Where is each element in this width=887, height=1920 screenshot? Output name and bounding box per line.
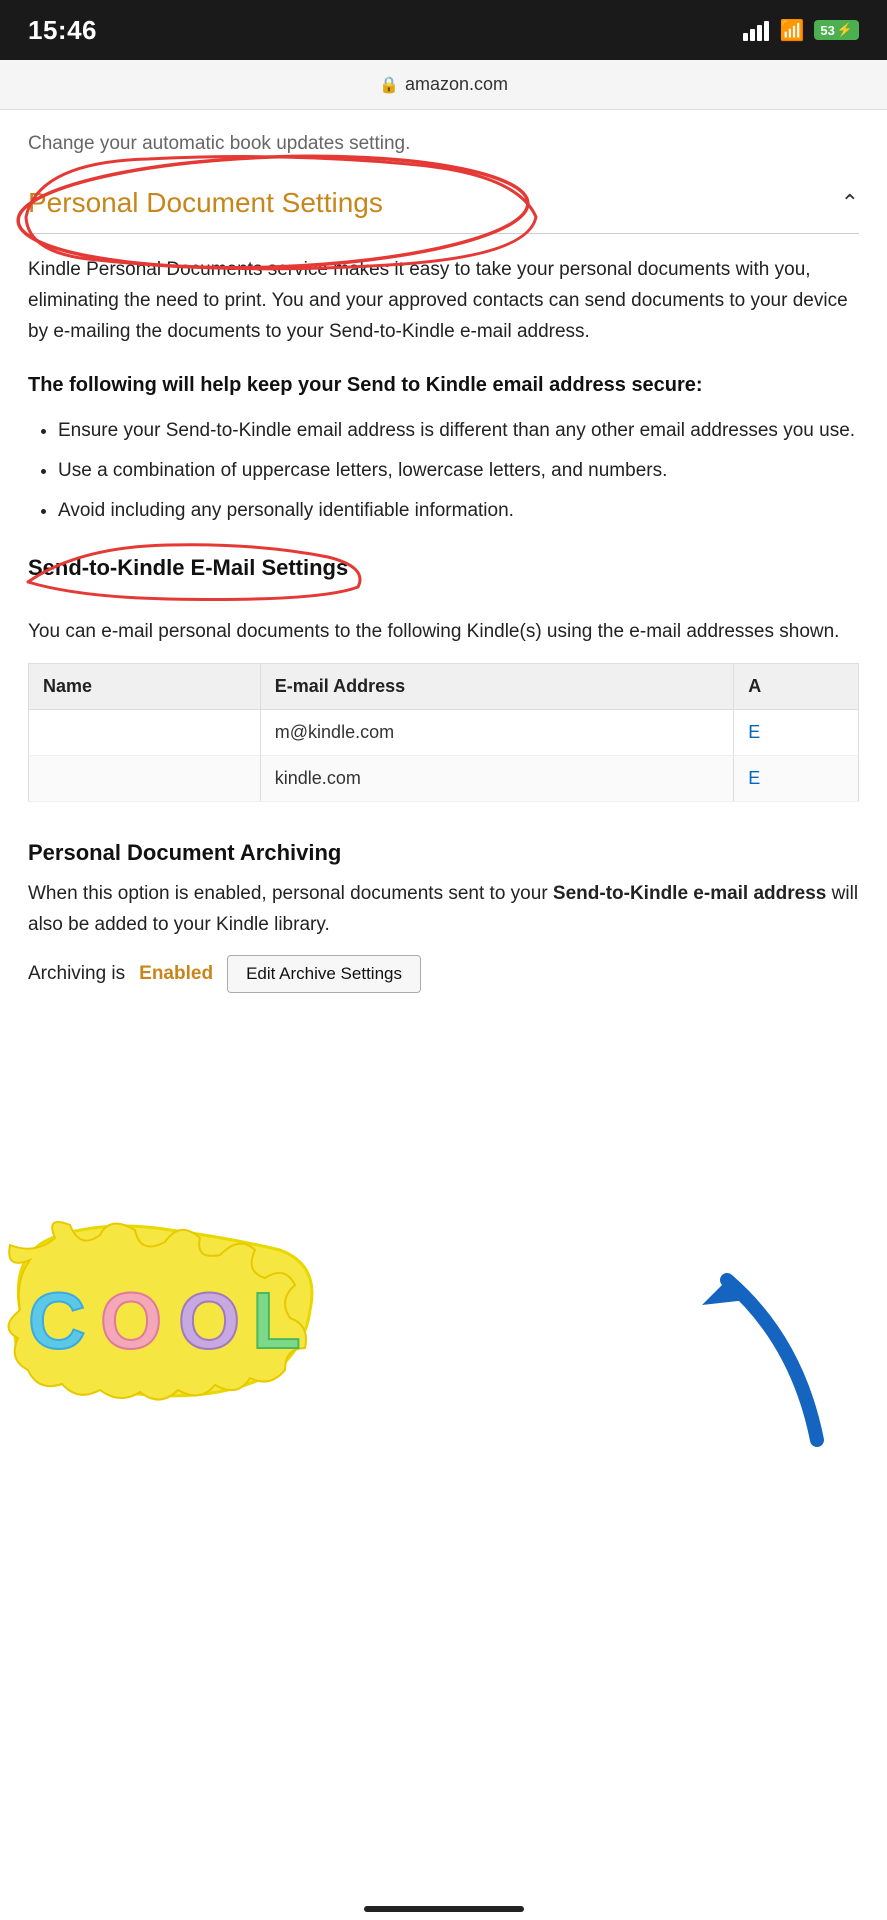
- send-to-kindle-description: You can e-mail personal documents to the…: [28, 617, 859, 647]
- action-link-1[interactable]: E: [734, 710, 859, 756]
- svg-text:O: O: [100, 1276, 162, 1365]
- archiving-status-value: Enabled: [139, 963, 213, 985]
- archiving-label: Archiving is: [28, 963, 125, 985]
- kindle-email-table: Name E-mail Address A m@kindle.com E: [28, 663, 859, 802]
- url-bar[interactable]: 🔒 amazon.com: [0, 60, 887, 110]
- personal-doc-description: Kindle Personal Documents service makes …: [28, 254, 859, 348]
- bullet-item-2: Use a combination of uppercase letters, …: [58, 456, 859, 486]
- svg-text:L: L: [252, 1276, 301, 1365]
- personal-doc-section-header: Personal Document Settings ⌃: [28, 187, 859, 234]
- send-to-kindle-title: Send-to-Kindle E-Mail Settings: [28, 555, 859, 581]
- cool-sticker: C O O L: [0, 1220, 320, 1410]
- send-to-kindle-section: Send-to-Kindle E-Mail Settings: [28, 555, 859, 597]
- signal-icon: [743, 19, 769, 41]
- col-action: A: [734, 664, 859, 710]
- email-address-2: kindle.com: [260, 756, 733, 802]
- status-icons: 📶 53⚡: [743, 18, 859, 43]
- chevron-up-icon[interactable]: ⌃: [841, 190, 859, 216]
- url-display: 🔒 amazon.com: [379, 74, 508, 95]
- bullet-item-1: Ensure your Send-to-Kindle email address…: [58, 416, 859, 446]
- section-title: Personal Document Settings: [28, 187, 383, 219]
- battery-indicator: 53⚡: [814, 20, 859, 40]
- col-email: E-mail Address: [260, 664, 733, 710]
- action-link-2[interactable]: E: [734, 756, 859, 802]
- page-subtitle: Change your automatic book updates setti…: [28, 130, 859, 159]
- archiving-description: When this option is enabled, personal do…: [28, 878, 859, 941]
- url-text: amazon.com: [405, 74, 508, 95]
- device-name-2: [29, 756, 261, 802]
- status-time: 15:46: [28, 15, 97, 46]
- security-bullets: Ensure your Send-to-Kindle email address…: [28, 416, 859, 527]
- bullet-item-3: Avoid including any personally identifia…: [58, 496, 859, 526]
- page-content: Change your automatic book updates setti…: [0, 110, 887, 1053]
- col-name: Name: [29, 664, 261, 710]
- status-bar: 15:46 📶 53⚡: [0, 0, 887, 60]
- device-name-1: [29, 710, 261, 756]
- email-address-1: m@kindle.com: [260, 710, 733, 756]
- home-indicator: [364, 1906, 524, 1912]
- svg-text:C: C: [28, 1276, 86, 1365]
- security-heading: The following will help keep your Send t…: [28, 370, 859, 400]
- blue-arrow: [647, 1240, 847, 1460]
- archiving-section: Personal Document Archiving When this op…: [28, 840, 859, 993]
- table-row: kindle.com E: [29, 756, 859, 802]
- wifi-icon: 📶: [779, 18, 804, 43]
- table-row: m@kindle.com E: [29, 710, 859, 756]
- archiving-title: Personal Document Archiving: [28, 840, 859, 866]
- svg-text:O: O: [178, 1276, 240, 1365]
- battery-level: 53: [820, 23, 834, 38]
- lock-icon: 🔒: [379, 75, 399, 95]
- archiving-status-row: Archiving is Enabled Edit Archive Settin…: [28, 955, 859, 993]
- edit-archive-settings-button[interactable]: Edit Archive Settings: [227, 955, 421, 993]
- kindle-email-table-wrapper: Name E-mail Address A m@kindle.com E: [28, 663, 859, 830]
- table-header-row: Name E-mail Address A: [29, 664, 859, 710]
